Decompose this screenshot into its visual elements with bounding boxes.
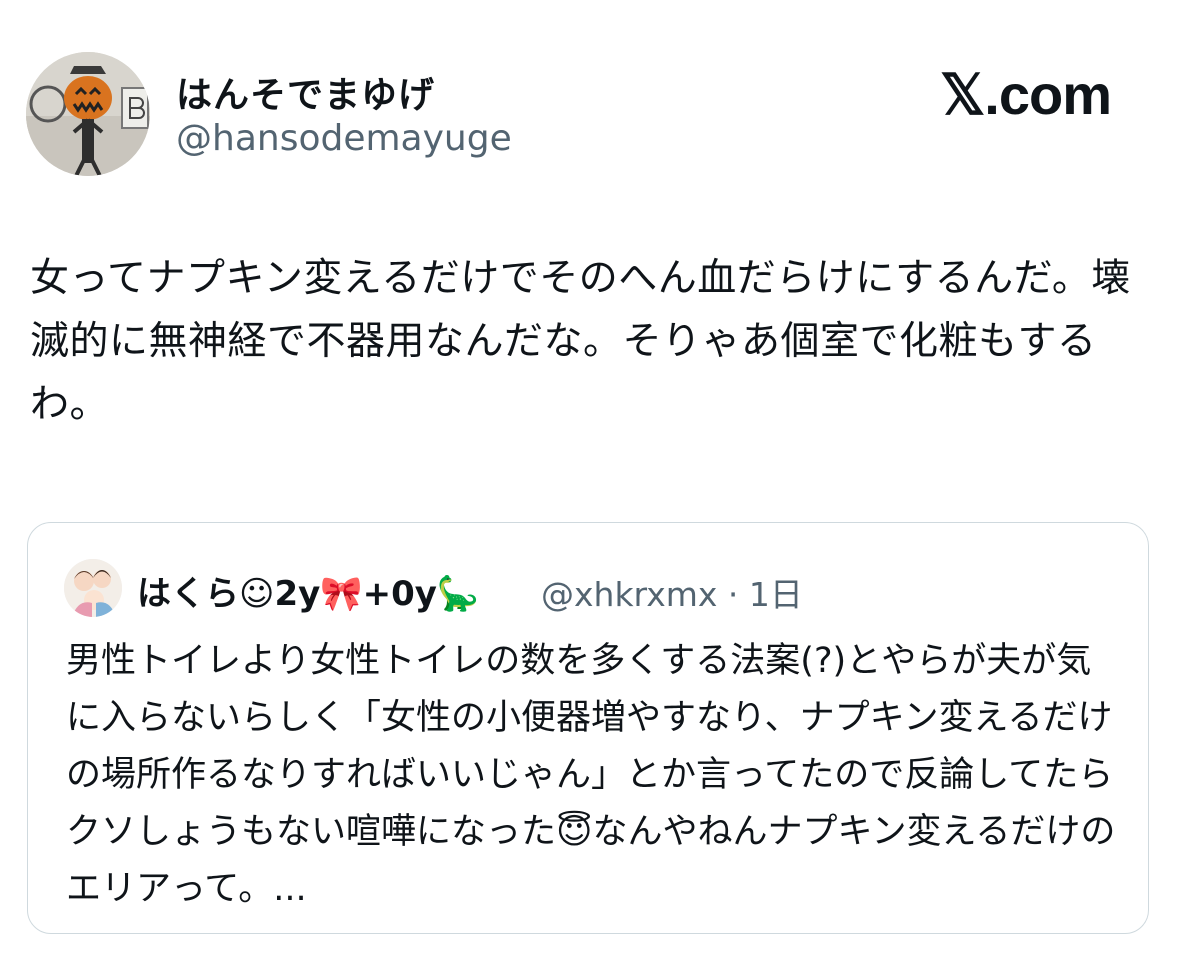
pumpkin-head-avatar-icon [26, 52, 150, 176]
x-logo: 𝕏.com [940, 63, 1112, 126]
quote-author-display-name[interactable]: はくら☺2y🎀+0y🦕 [137, 566, 479, 615]
tweet-header: はんそでまゆげ @hansodemayuge 𝕏.com [26, 52, 1153, 176]
quote-text: 男性トイレより女性トイレの数を多くする法案(?)とやらが夫が気に入らないらしく「… [66, 641, 1116, 909]
quoted-tweet-card[interactable]: はくら☺2y🎀+0y🦕 @xhkrxmx · 1日 男性トイレより女性トイレの数… [27, 522, 1149, 934]
quote-author-handle-time[interactable]: @xhkrxmx · 1日 [541, 568, 803, 616]
author-avatar[interactable] [26, 52, 150, 176]
author-display-name[interactable]: はんそでまゆげ [176, 66, 435, 118]
quote-author-avatar[interactable] [64, 559, 122, 617]
author-handle[interactable]: @hansodemayuge [176, 118, 512, 159]
illustrated-family-avatar-icon [64, 559, 122, 617]
tweet-text: 女ってナプキン変えるだけでそのへん血だらけにするんだ。壊滅的に無神経で不器用なん… [30, 256, 1131, 427]
